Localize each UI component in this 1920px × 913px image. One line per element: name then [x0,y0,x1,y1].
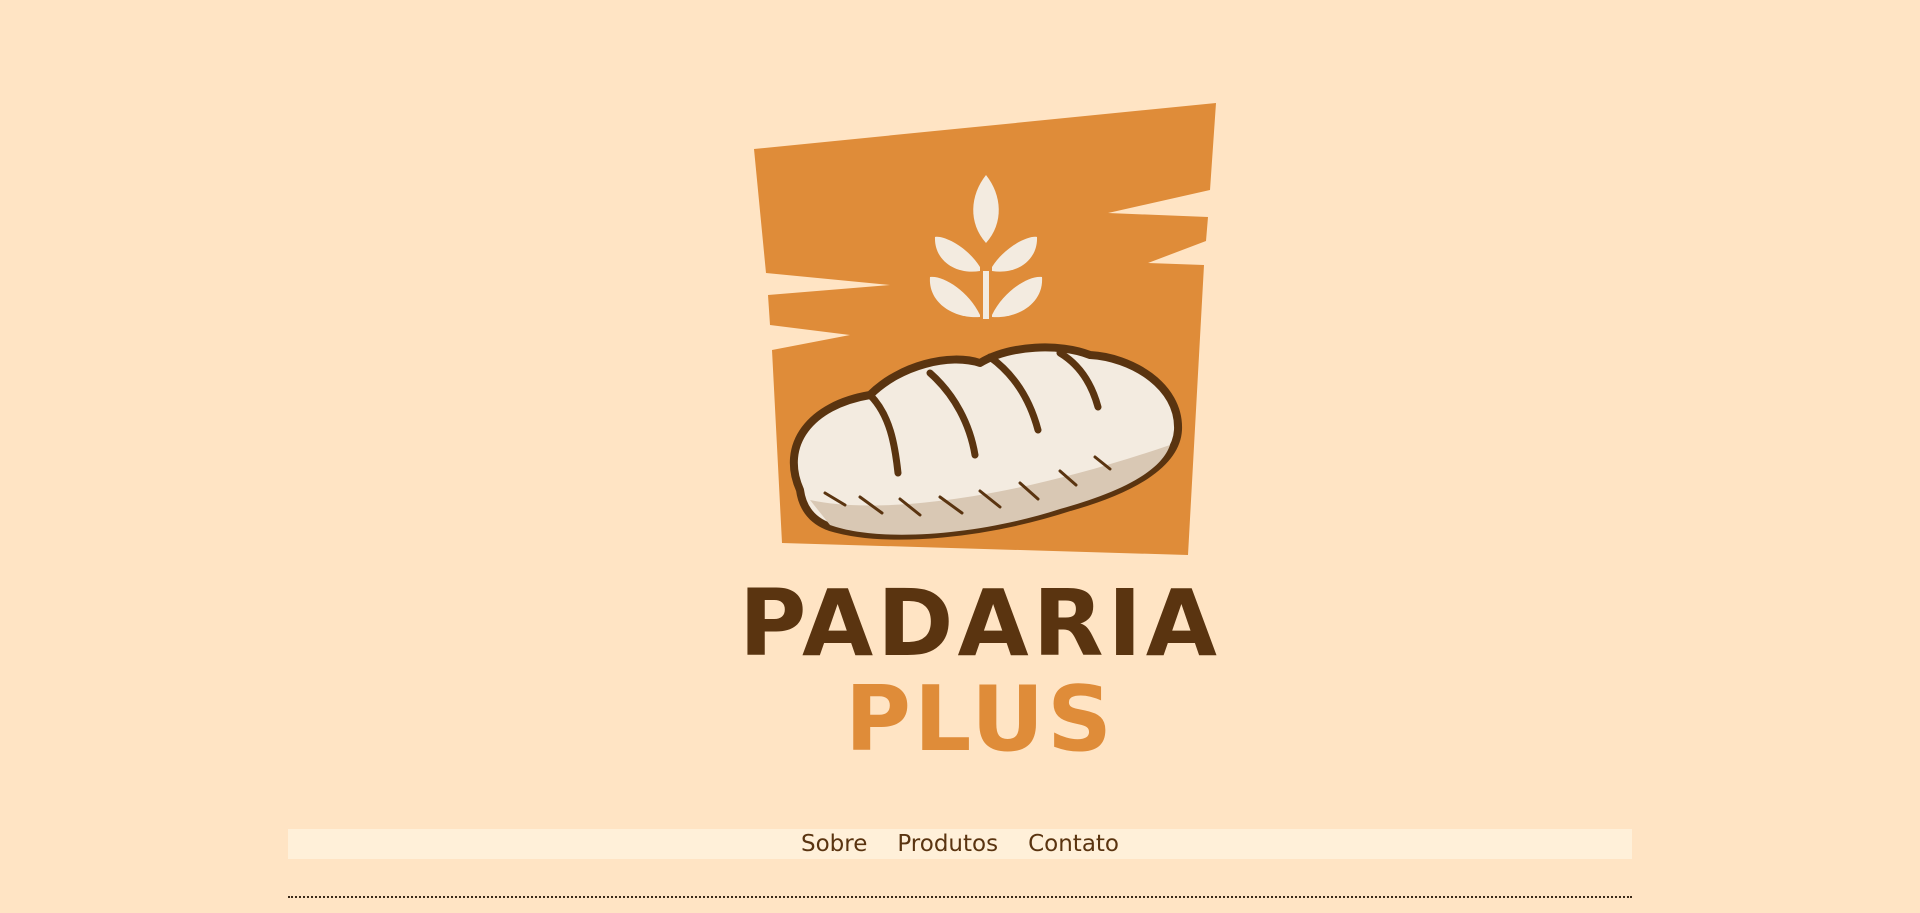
nav-link-contato[interactable]: Contato [1013,829,1134,859]
bread-loaf-icon: PADARIA PLUS [739,103,1221,765]
page: PADARIA PLUS Sobre Produtos Contato [0,0,1920,913]
brand-name-primary: PADARIA [739,570,1221,677]
main-nav: Sobre Produtos Contato [288,829,1632,859]
brand-name-secondary: PLUS [845,667,1115,765]
nav-link-sobre[interactable]: Sobre [786,829,882,859]
brand-logo: PADARIA PLUS [730,95,1230,765]
nav-link-produtos[interactable]: Produtos [882,829,1013,859]
section-divider [288,896,1632,898]
